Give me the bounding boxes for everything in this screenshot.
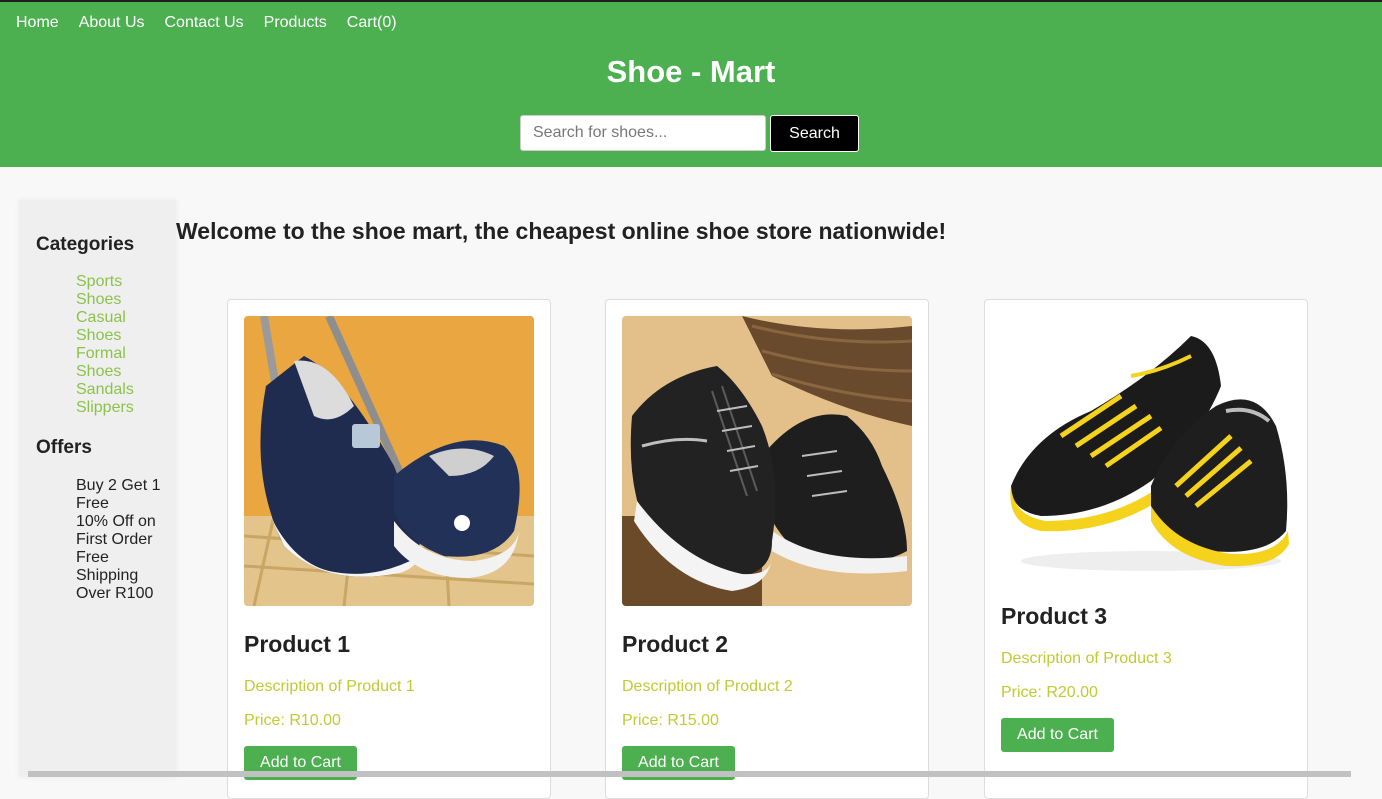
nav-about-link[interactable]: About Us [79,14,145,32]
product-price: Price: R10.00 [244,712,341,729]
nav-home-link[interactable]: Home [16,14,59,32]
category-formal-shoes[interactable]: Formal Shoes [76,345,172,381]
category-sports-shoes[interactable]: Sports Shoes [76,273,172,309]
product-image-black-sports-shoes[interactable] [622,316,912,606]
product-image-black-yellow-running-shoes[interactable] [1001,316,1291,578]
product-description: Description of Product 1 [244,678,415,695]
categories-list: Sports Shoes Casual Shoes Formal Shoes S… [76,273,172,417]
nav-cart-link[interactable]: Cart(0) [347,14,397,32]
site-header: Home About Us Contact Us Products Cart(0… [0,2,1382,167]
product-card-1: Product 1 Description of Product 1 Price… [227,299,551,799]
search-input[interactable] [520,115,766,151]
categories-heading: Categories [36,234,135,255]
product-card-3: Product 3 Description of Product 3 Price… [984,299,1308,799]
horizontal-scrollbar[interactable] [28,771,1351,777]
product-title: Product 1 [244,631,351,657]
product-description: Description of Product 2 [622,678,793,695]
nav-products-link[interactable]: Products [264,14,327,32]
offers-list: Buy 2 Get 1 Free 10% Off on First Order … [76,477,172,603]
product-title: Product 3 [1001,603,1108,629]
offer-item: Buy 2 Get 1 Free [76,477,161,512]
offers-heading: Offers [36,437,92,458]
category-slippers[interactable]: Slippers [76,399,172,417]
product-description: Description of Product 3 [1001,650,1172,667]
category-casual-shoes[interactable]: Casual Shoes [76,309,172,345]
welcome-heading: Welcome to the shoe mart, the cheapest o… [176,218,947,244]
nav-contact-link[interactable]: Contact Us [165,14,244,32]
product-card-2: Product 2 Description of Product 2 Price… [605,299,929,799]
site-title: Shoe - Mart [606,54,776,89]
sidebar: Categories Sports Shoes Casual Shoes For… [19,200,176,777]
product-price: Price: R15.00 [622,712,719,729]
product-price: Price: R20.00 [1001,684,1098,701]
product-image-navy-slip-on-shoe[interactable] [244,316,534,606]
search-button[interactable]: Search [770,115,859,152]
add-to-cart-button[interactable]: Add to Cart [1001,718,1114,752]
offer-item: Free Shipping Over R100 [76,549,154,602]
offer-item: 10% Off on First Order [76,513,156,548]
category-sandals[interactable]: Sandals [76,381,172,399]
product-title: Product 2 [622,631,729,657]
top-nav: Home About Us Contact Us Products Cart(0… [16,14,397,32]
